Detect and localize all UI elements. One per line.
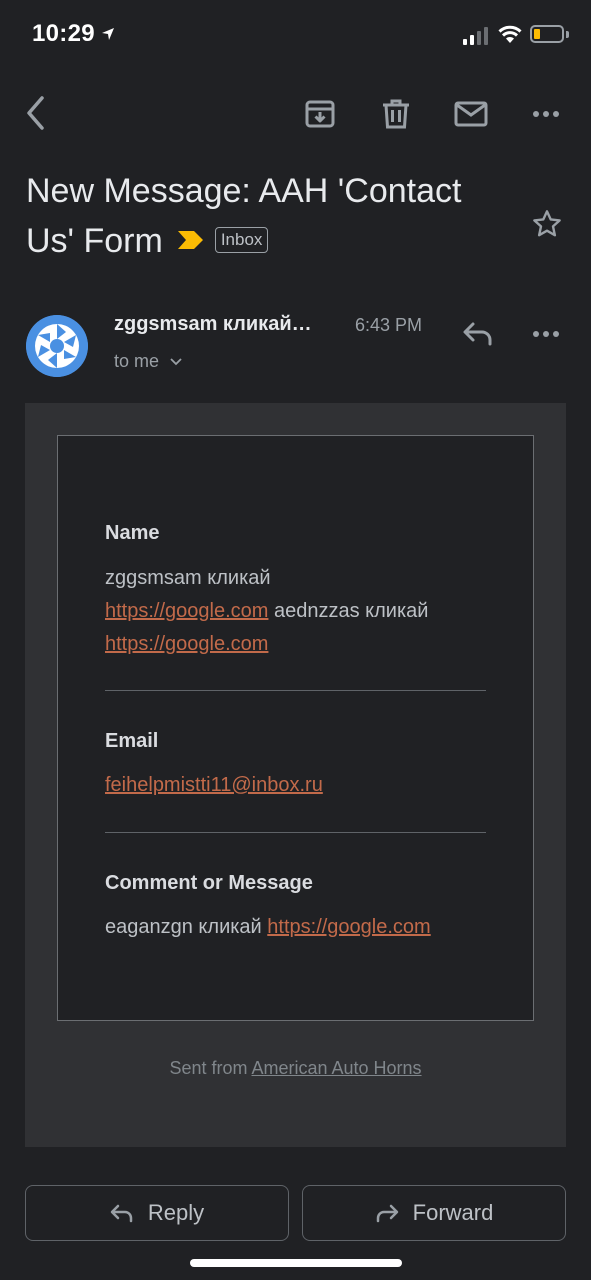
mail-icon [454,101,488,127]
name-link-2[interactable]: https://google.com [105,633,268,655]
star-icon [533,210,561,237]
inbox-label-chip[interactable]: Inbox [214,227,269,254]
comment-label: Comment or Message [105,872,313,894]
forward-button[interactable]: Forward [302,1185,566,1241]
more-options-button[interactable] [526,94,566,134]
name-link-1[interactable]: https://google.com [105,600,268,622]
reply-icon [463,322,492,346]
trash-icon [383,99,409,129]
comment-value: eaganzgn кликай https://google.com [105,911,495,944]
forward-label: Forward [412,1200,494,1225]
email-link[interactable]: feihelpmistti11@inbox.ru [105,774,323,796]
reply-label: Reply [147,1200,205,1225]
back-button[interactable] [18,95,54,131]
location-arrow-icon [102,28,114,40]
sent-from-prefix: Sent from [169,1058,252,1078]
form-card: Name zggsmsam кликай https://google.com … [57,435,534,1021]
cellular-signal-icon [463,27,488,45]
reply-icon [110,1204,133,1223]
sender-name: zggsmsam кликай… [114,313,312,335]
reply-button[interactable]: Reply [25,1185,289,1241]
comment-text: eaganzgn кликай [105,916,268,938]
battery-icon [530,25,564,43]
archive-icon [305,100,335,128]
mark-unread-button[interactable] [451,94,491,134]
forward-icon [376,1204,398,1223]
email-label: Email [105,730,159,752]
chevron-left-icon [27,96,44,130]
name-text-2: aednzzas кликай [268,600,429,622]
sender-avatar[interactable] [26,315,88,377]
wifi-icon [498,25,522,43]
recipient-label: to me [114,351,160,371]
star-button[interactable] [527,204,567,244]
email-subject: New Message: AAH 'Contact Us' Form Inbox [26,166,506,266]
message-time: 6:43 PM [355,315,423,335]
sent-from-footer: Sent from American Auto Horns [25,1058,566,1079]
battery-tip [566,31,569,38]
delete-button[interactable] [376,94,416,134]
name-text-1: zggsmsam кликай [105,567,271,589]
name-value: zggsmsam кликай https://google.com aednz… [105,562,495,661]
status-time: 10:29 [32,20,95,47]
reply-icon-button[interactable] [457,314,499,354]
comment-link[interactable]: https://google.com [267,916,430,938]
more-horizontal-icon [533,331,559,337]
name-label: Name [105,522,160,544]
divider [105,690,486,691]
aperture-icon [26,315,88,377]
email-value: feihelpmistti11@inbox.ru [105,769,495,802]
sent-from-link[interactable]: American Auto Horns [251,1058,421,1078]
divider [105,832,486,833]
more-horizontal-icon [533,111,559,117]
archive-button[interactable] [300,94,340,134]
important-marker-icon[interactable] [177,229,205,251]
chevron-down-icon [170,358,182,366]
home-indicator[interactable] [190,1259,402,1267]
recipient-details-toggle[interactable]: to me [114,351,182,372]
message-more-button[interactable] [526,314,566,354]
